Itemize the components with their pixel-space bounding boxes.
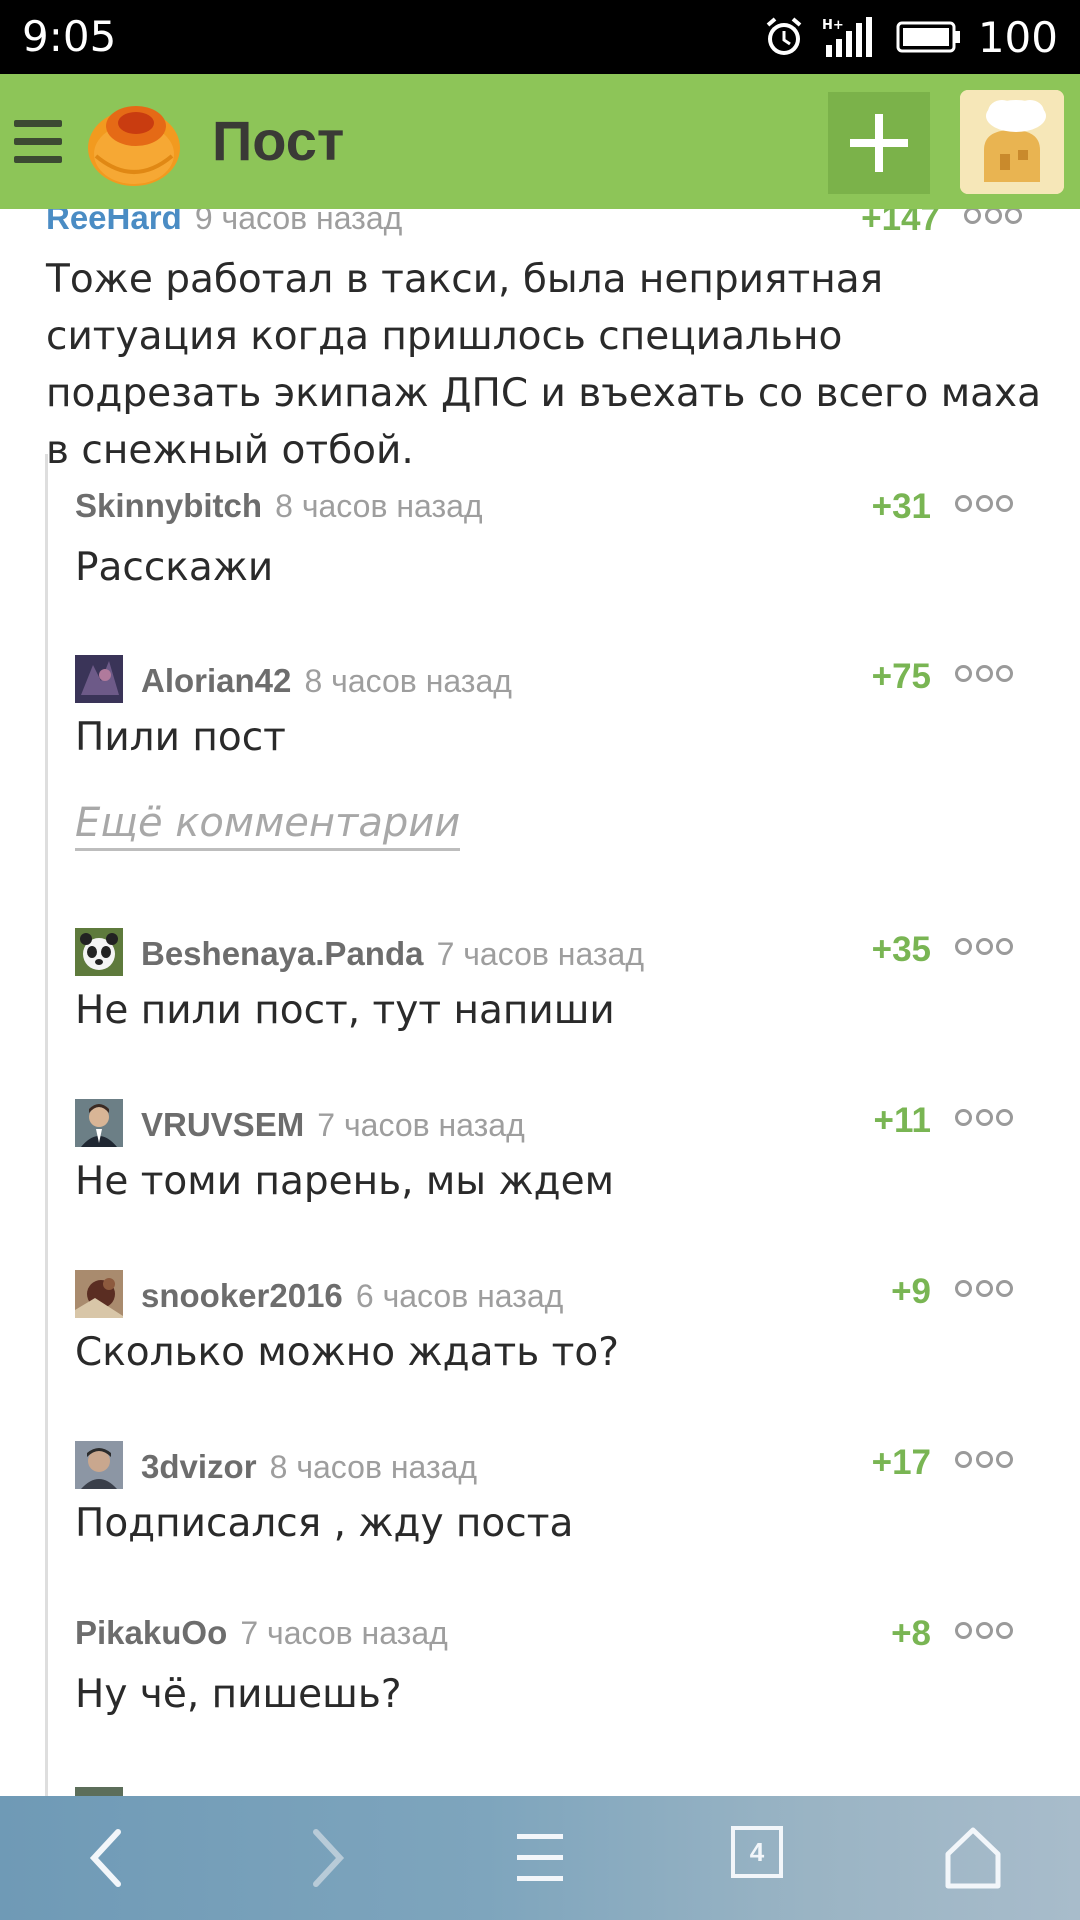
status-time: 9:05 xyxy=(22,12,117,61)
comment-rating: +35 xyxy=(871,930,931,969)
thread-line xyxy=(45,454,48,1796)
reply-comment: 3dvizor 8 часов назад +17 Подписался , ж… xyxy=(75,1441,1013,1552)
comment-author[interactable]: Skinnybitch xyxy=(75,487,262,524)
comment-header: VRUVSEM 7 часов назад +11 xyxy=(75,1099,1013,1147)
page-title: Пост xyxy=(212,109,345,172)
user-avatar[interactable] xyxy=(75,928,123,976)
reply-comment: PikakuOo 7 часов назад +8 Ну чё, пишешь? xyxy=(75,1614,1013,1723)
comment-header: Alorian42 8 часов назад +75 xyxy=(75,655,1013,703)
comment-header: PikakuOo 7 часов назад +8 xyxy=(75,1614,1013,1660)
comment-header: ReeHard 9 часов назад +147 xyxy=(46,209,1046,243)
user-avatar[interactable] xyxy=(75,1270,123,1318)
comment-time: 8 часов назад xyxy=(275,487,483,524)
comment-time: 7 часов назад xyxy=(240,1614,448,1651)
logo-icon[interactable] xyxy=(86,96,182,188)
comment-text: Пили пост xyxy=(75,715,286,760)
more-options-icon[interactable] xyxy=(955,1451,1013,1468)
reply-comment: Skinnybitch 8 часов назад +31 Расскажи xyxy=(75,487,1013,596)
chef-avatar-image xyxy=(960,90,1064,194)
more-options-icon[interactable] xyxy=(955,1622,1013,1639)
more-options-icon[interactable] xyxy=(955,495,1013,512)
comment-time: 8 часов назад xyxy=(269,1448,478,1485)
comment-text: Не пили пост, тут напиши xyxy=(75,988,615,1033)
more-options-icon[interactable] xyxy=(955,938,1013,955)
home-icon[interactable] xyxy=(938,1826,1008,1890)
battery-level: 100 xyxy=(977,12,1058,62)
comment-rating: +8 xyxy=(891,1614,931,1653)
user-avatar[interactable] xyxy=(75,1099,123,1147)
comment-author[interactable]: VRUVSEM xyxy=(141,1106,304,1143)
comment-time: 7 часов назад xyxy=(436,935,645,972)
comment-rating: +147 xyxy=(861,209,940,238)
forward-icon[interactable] xyxy=(292,1826,362,1890)
comment-author[interactable]: snooker2016 xyxy=(141,1277,343,1314)
more-options-icon[interactable] xyxy=(955,1280,1013,1297)
comment-author[interactable]: 3dvizor xyxy=(141,1448,257,1485)
comment-text: Тоже работал в такси, была неприятная си… xyxy=(46,257,1041,473)
reply-comment: Alorian42 8 часов назад +75 Пили пост xyxy=(75,655,1013,766)
profile-avatar[interactable] xyxy=(960,90,1064,194)
comment: ReeHard 9 часов назад +147 Тоже работал … xyxy=(46,209,1046,479)
comment-header: Skinnybitch 8 часов назад +31 xyxy=(75,487,1013,533)
user-avatar[interactable] xyxy=(75,655,123,703)
svg-text:H+: H+ xyxy=(822,18,844,33)
comment-time: 9 часов назад xyxy=(194,209,403,236)
comment-header: Beshenaya.Panda 7 часов назад +35 xyxy=(75,928,1013,976)
comment-author[interactable]: PikakuOo xyxy=(75,1614,227,1651)
alarm-icon xyxy=(766,17,802,55)
comment-text: Расскажи xyxy=(75,545,274,590)
more-options-icon[interactable] xyxy=(964,209,1022,224)
tabs-icon[interactable]: 4 xyxy=(722,1826,792,1890)
comment-time: 6 часов назад xyxy=(355,1277,564,1314)
comment-text: Подписался , жду поста xyxy=(75,1501,574,1546)
status-icons: H+ 100 xyxy=(762,10,1058,64)
tabs-count: 4 xyxy=(731,1826,783,1878)
comment-header: 3dvizor 8 часов назад +17 xyxy=(75,1441,1013,1489)
comment-author[interactable]: Beshenaya.Panda xyxy=(141,935,423,972)
more-options-icon[interactable] xyxy=(955,1109,1013,1126)
app-bar: Пост xyxy=(0,74,1080,209)
comments-area: ReeHard 9 часов назад +147 Тоже работал … xyxy=(0,209,1080,1796)
comment-header: snooker2016 6 часов назад +9 xyxy=(75,1270,1013,1318)
comment-rating: +17 xyxy=(871,1443,931,1482)
comment-text: Не томи парень, мы ждем xyxy=(75,1159,615,1204)
reply-comment: snooker2016 6 часов назад +9 Сколько мож… xyxy=(75,1270,1013,1381)
comment-time: 7 часов назад xyxy=(317,1106,525,1143)
battery-icon xyxy=(896,21,960,53)
comment-rating: +75 xyxy=(871,657,931,696)
signal-icon: H+ xyxy=(822,17,872,57)
comment-time: 8 часов назад xyxy=(304,662,512,699)
more-comments-link[interactable]: Ещё комментарии xyxy=(75,798,461,851)
comment-rating: +11 xyxy=(873,1101,931,1140)
comment-author[interactable]: Alorian42 xyxy=(141,662,291,699)
comment-rating: +9 xyxy=(891,1272,931,1311)
browser-bottom-bar: 4 xyxy=(0,1796,1080,1920)
reply-comment: Beshenaya.Panda 7 часов назад +35 Не пил… xyxy=(75,928,1013,1039)
comment-author[interactable]: ReeHard xyxy=(46,209,182,236)
menu-icon[interactable] xyxy=(14,120,62,164)
user-avatar[interactable] xyxy=(75,1441,123,1489)
browser-menu-icon[interactable] xyxy=(505,1826,575,1890)
add-post-button[interactable] xyxy=(828,92,930,194)
reply-comment: VRUVSEM 7 часов назад +11 Не томи парень… xyxy=(75,1099,1013,1210)
comment-rating: +31 xyxy=(871,487,931,526)
more-options-icon[interactable] xyxy=(955,665,1013,682)
user-avatar[interactable] xyxy=(75,1787,123,1796)
status-bar: 9:05 H+ 100 xyxy=(0,0,1080,74)
comment-text: Ну чё, пишешь? xyxy=(75,1672,402,1717)
comment-text: Сколько можно ждать то? xyxy=(75,1330,619,1375)
back-icon[interactable] xyxy=(72,1826,142,1890)
